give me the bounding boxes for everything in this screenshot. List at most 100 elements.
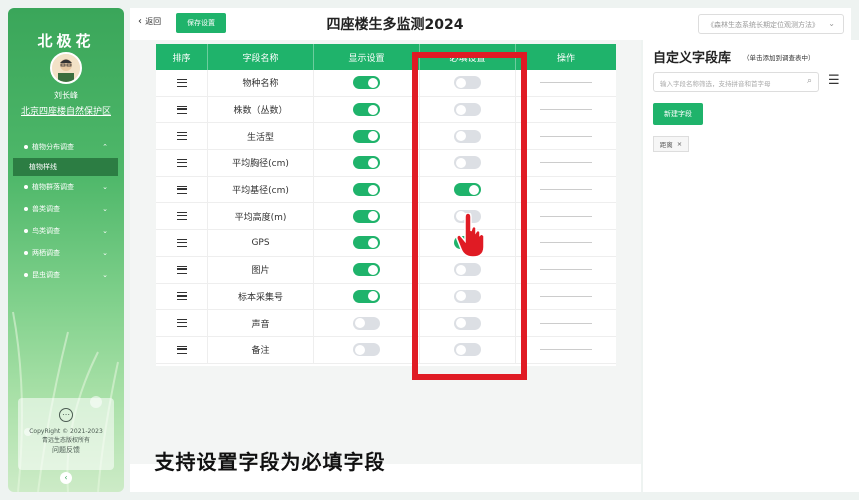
- toggle-knob: [368, 291, 378, 302]
- drag-handle[interactable]: [156, 96, 208, 123]
- actions-placeholder: [540, 242, 592, 244]
- actions-placeholder: [540, 215, 592, 217]
- drag-handle-icon: [176, 132, 187, 141]
- actions-placeholder: [540, 162, 592, 164]
- actions-cell: [516, 123, 616, 149]
- drag-handle[interactable]: [156, 283, 208, 310]
- field-name-cell: GPS: [208, 230, 314, 256]
- field-name: 标本采集号: [237, 292, 283, 303]
- field-name-cell: 生活型: [208, 123, 314, 150]
- method-select[interactable]: 《森林生态系统长期定位观测方法》 ⌄: [698, 14, 844, 34]
- display-toggle[interactable]: [353, 263, 380, 277]
- page-title: 四座楼生多监测2024: [326, 17, 464, 33]
- header-actions: 操作: [556, 53, 575, 64]
- table-header: 排序 字段名称 显示设置 必填设置 操作: [156, 44, 616, 70]
- actions-placeholder: [540, 109, 592, 111]
- chevron-down-icon: ⌄: [102, 183, 108, 191]
- display-toggle[interactable]: [353, 129, 380, 143]
- chevron-down-icon: ⌄: [828, 19, 835, 28]
- search-icon[interactable]: ⌕: [807, 76, 812, 86]
- drag-handle-icon: [176, 185, 187, 194]
- table-body: 物种名称 株数（丛数） 生活型 平均胸径(cm) 平均基径(cm) 平均高度(m) GPS 图…: [156, 70, 616, 364]
- toggle-knob: [368, 184, 378, 195]
- search-placeholder: 输入字段名称筛选，支持拼音和首字母: [660, 80, 771, 88]
- display-cell: [314, 150, 420, 176]
- display-toggle[interactable]: [353, 289, 380, 303]
- display-toggle[interactable]: [353, 236, 380, 250]
- field-name: 平均胸径(cm): [232, 159, 289, 170]
- display-toggle[interactable]: [353, 156, 380, 170]
- bullet-icon: [24, 273, 28, 277]
- table-row: 株数（丛数）: [156, 96, 616, 124]
- field-search-input[interactable]: 输入字段名称筛选，支持拼音和首字母 ⌕: [653, 72, 819, 92]
- sidebar-item-amphibian[interactable]: 两栖调查 ⌄: [8, 242, 124, 264]
- table-row: 声音: [156, 310, 616, 337]
- sidebar-item-mammal[interactable]: 兽类调查 ⌄: [8, 198, 124, 220]
- actions-cell: [516, 97, 616, 123]
- more-icon[interactable]: ⋯: [59, 408, 73, 422]
- hand-cursor-icon: [456, 213, 485, 258]
- actions-placeholder: [540, 82, 592, 84]
- field-name-cell: 平均胸径(cm): [208, 150, 314, 176]
- new-field-button[interactable]: 新建字段: [653, 103, 703, 125]
- field-name-cell: 备注: [208, 336, 314, 363]
- actions-cell: [516, 230, 616, 256]
- drag-handle[interactable]: [156, 230, 208, 256]
- table-row: 备注: [156, 336, 616, 364]
- display-toggle[interactable]: [353, 316, 380, 330]
- field-name-cell: 株数（丛数）: [208, 96, 314, 123]
- actions-placeholder: [540, 322, 592, 324]
- toggle-knob: [368, 104, 378, 115]
- chevron-up-icon: ⌃: [102, 143, 108, 151]
- chevron-down-icon: ⌄: [102, 227, 108, 235]
- sidebar-item-bird[interactable]: 鸟类调查 ⌄: [8, 220, 124, 242]
- drag-handle[interactable]: [156, 70, 208, 96]
- chevron-down-icon: ⌄: [102, 249, 108, 257]
- display-toggle[interactable]: [353, 103, 380, 117]
- actions-placeholder: [540, 135, 592, 137]
- display-toggle[interactable]: [353, 209, 380, 223]
- drag-handle[interactable]: [156, 336, 208, 363]
- header-display: 显示设置: [314, 44, 420, 70]
- sidebar-item-insect[interactable]: 昆虫调查 ⌄: [8, 264, 124, 286]
- close-icon[interactable]: ×: [677, 140, 682, 148]
- display-cell: [314, 256, 420, 283]
- field-name-cell: 标本采集号: [208, 283, 314, 310]
- custom-field-panel: 自定义字段库 （单击添加到调查表中） 输入字段名称筛选，支持拼音和首字母 ⌕ ☰…: [643, 40, 859, 492]
- drag-handle[interactable]: [156, 150, 208, 176]
- drag-handle[interactable]: [156, 176, 208, 203]
- table-row: 平均胸径(cm): [156, 150, 616, 177]
- actions-cell: [516, 203, 616, 229]
- avatar[interactable]: [50, 52, 82, 84]
- display-toggle[interactable]: [353, 76, 380, 90]
- method-select-value: 《森林生态系统长期定位观测方法》: [707, 21, 819, 29]
- drag-handle-icon: [176, 265, 187, 274]
- sidebar-item-plant-community[interactable]: 植物群落调查 ⌄: [8, 176, 124, 198]
- drag-handle-icon: [176, 319, 187, 328]
- display-toggle[interactable]: [353, 343, 380, 357]
- sidebar-item-plant-transect[interactable]: 植物样线: [13, 158, 118, 176]
- panel-hint: （单击添加到调查表中）: [743, 54, 815, 62]
- copyright-text: CopyRight © 2021-2023: [29, 428, 103, 435]
- drag-handle[interactable]: [156, 123, 208, 150]
- display-cell: [314, 310, 420, 336]
- sidebar-item-label: 植物样线: [29, 163, 57, 171]
- field-tag[interactable]: 距离 ×: [653, 136, 689, 152]
- table-row: 标本采集号: [156, 283, 616, 311]
- sidebar: 北极花 刘长峰 北京四座楼自然保护区 植物分布调查 ⌃ 植物样线 植物群落调查 …: [8, 8, 124, 492]
- table-row: 生活型: [156, 123, 616, 151]
- sidebar-item-plant-distribution[interactable]: 植物分布调查 ⌃: [8, 136, 124, 158]
- display-cell: [314, 230, 420, 256]
- drag-handle[interactable]: [156, 203, 208, 230]
- field-name-cell: 平均基径(cm): [208, 176, 314, 203]
- sidebar-item-label: 兽类调查: [32, 205, 60, 213]
- field-name: GPS: [251, 237, 270, 248]
- drag-handle[interactable]: [156, 310, 208, 336]
- toggle-knob: [368, 131, 378, 142]
- organization-link[interactable]: 北京四座楼自然保护区: [8, 104, 124, 117]
- field-name: 声音: [251, 319, 270, 330]
- display-toggle[interactable]: [353, 183, 380, 197]
- toggle-knob: [368, 237, 378, 248]
- drag-handle[interactable]: [156, 256, 208, 283]
- sort-icon[interactable]: ☰: [828, 73, 840, 88]
